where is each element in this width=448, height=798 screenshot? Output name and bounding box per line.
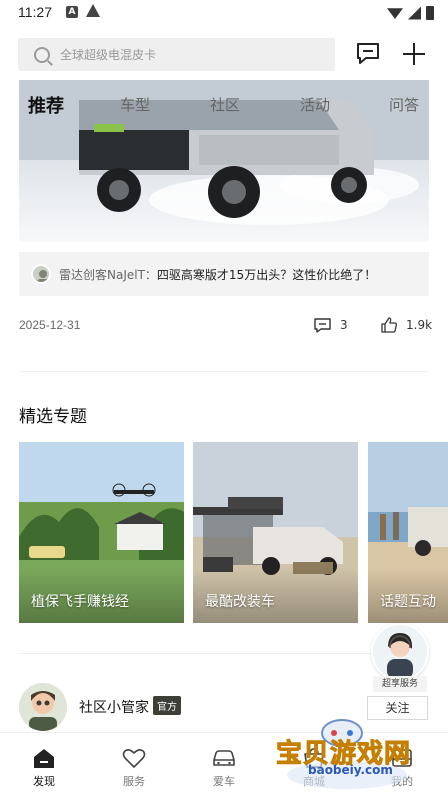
signal-icon [408, 6, 421, 20]
status-icons [387, 6, 434, 20]
thumbs-up-icon[interactable] [380, 316, 398, 334]
warning-icon [86, 4, 100, 17]
topic-label: 话题互动 [380, 594, 436, 610]
service-avatar [371, 623, 429, 681]
profile-icon [392, 749, 412, 767]
message-icon[interactable] [356, 42, 380, 64]
official-badge: 官方 [153, 696, 181, 715]
nav-service[interactable]: 服务 [104, 747, 164, 789]
section-divider [19, 371, 429, 372]
topic-label: 最酷改装车 [205, 594, 275, 610]
tab-recommend[interactable]: 推荐 [28, 92, 64, 118]
bottom-nav: 发现 服务 爱车 商城 我的 [0, 732, 448, 798]
category-tabs: 推荐 车型 社区 活动 问答 [0, 90, 448, 124]
manager-name: 社区小管家 [79, 700, 149, 716]
post-text: 四驱高寒版才15万出头？这性价比绝了！ [156, 267, 377, 282]
post-preview[interactable]: 雷达创客NaJelT： 四驱高寒版才15万出头？这性价比绝了！ [19, 252, 429, 296]
service-label: 超享服务 [373, 676, 427, 692]
notification-a-icon: A [66, 6, 78, 18]
avatar[interactable] [19, 683, 67, 731]
tab-events[interactable]: 活动 [300, 94, 330, 115]
home-icon [34, 749, 54, 768]
author-avatar [31, 264, 51, 284]
nav-profile[interactable]: 我的 [372, 747, 432, 789]
shop-icon [304, 748, 324, 768]
comment-count: 3 [340, 318, 348, 332]
post-meta: 2025-12-31 3 1.9k [19, 316, 433, 336]
tab-qa[interactable]: 问答 [389, 94, 419, 115]
service-float-button[interactable]: 超享服务 [371, 623, 429, 695]
topic-card-interaction[interactable]: 话题互动 [368, 442, 448, 623]
nav-label: 发现 [33, 775, 55, 788]
nav-discover[interactable]: 发现 [14, 747, 74, 789]
search-placeholder: 全球超级电混皮卡 [60, 48, 157, 62]
post-author: 雷达创客NaJelT： [59, 267, 157, 282]
follow-button[interactable]: 关注 [367, 696, 428, 720]
nav-label: 服务 [123, 775, 145, 788]
nav-shop[interactable]: 商城 [284, 747, 344, 789]
nav-car[interactable]: 爱车 [194, 747, 254, 789]
plus-icon[interactable] [402, 42, 426, 66]
nav-label: 商城 [303, 775, 325, 788]
search-icon [34, 46, 50, 63]
battery-icon [426, 6, 434, 20]
nav-label: 我的 [391, 775, 413, 788]
section-title: 精选专题 [19, 407, 87, 427]
heart-icon [122, 749, 146, 768]
tab-community[interactable]: 社区 [210, 94, 240, 115]
tab-models[interactable]: 车型 [120, 94, 150, 115]
topic-card-modified[interactable]: 最酷改装车 [193, 442, 358, 623]
comment-icon[interactable] [314, 318, 331, 333]
like-count: 1.9k [406, 318, 433, 332]
post-date: 2025-12-31 [19, 318, 81, 332]
car-icon [213, 750, 235, 766]
topic-label: 植保飞手赚钱经 [31, 594, 129, 610]
section-divider [19, 653, 429, 654]
nav-label: 爱车 [213, 775, 235, 788]
wifi-icon [387, 8, 403, 19]
status-time: 11:27 [18, 4, 52, 20]
status-bar: 11:27 A [0, 0, 448, 26]
topic-card-drone[interactable]: 植保飞手赚钱经 [19, 442, 184, 623]
search-input[interactable]: 全球超级电混皮卡 [18, 38, 335, 71]
